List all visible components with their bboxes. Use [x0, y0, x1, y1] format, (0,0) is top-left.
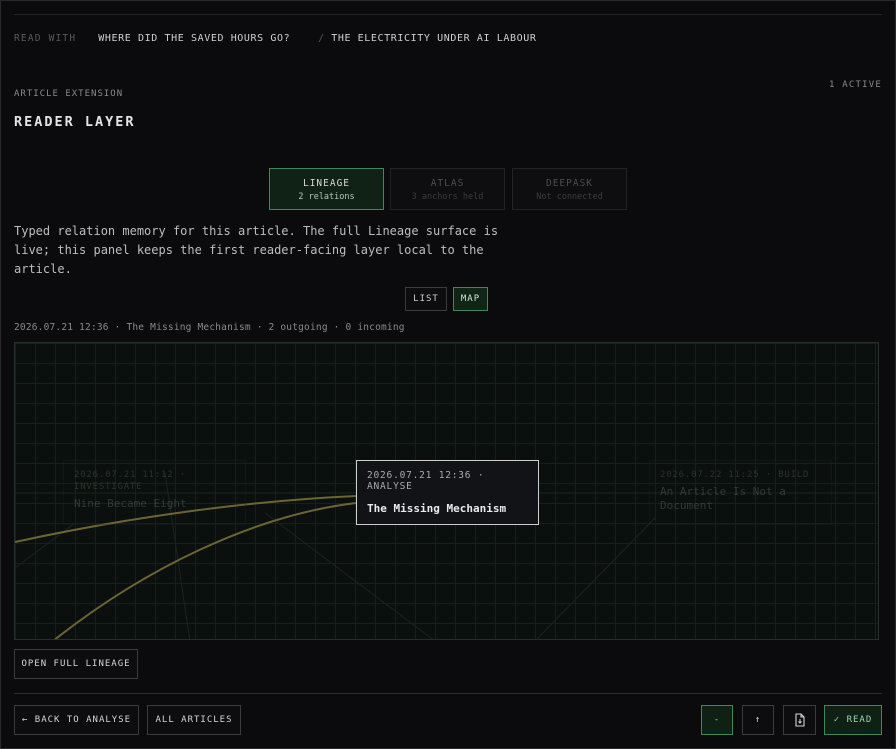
- document-icon: [794, 713, 805, 727]
- node-meta-type: INVESTIGATE: [74, 482, 143, 492]
- read-with-bar: READ WITH WHERE DID THE SAVED HOURS GO? …: [14, 33, 536, 44]
- tab-atlas[interactable]: ATLAS 3 anchors held: [390, 168, 505, 210]
- scroll-up-button[interactable]: ↑: [742, 705, 774, 735]
- list-view-button[interactable]: LIST: [405, 287, 447, 311]
- node-title-line2: Document: [660, 499, 713, 512]
- lineage-node-nine-became-eight[interactable]: 2026.07.21 11:12 · INVESTIGATE Nine Beca…: [63, 460, 246, 525]
- read-with-label: READ WITH: [14, 33, 77, 44]
- active-count: 1 ACTIVE: [829, 80, 882, 90]
- panel-eyebrow: ARTICLE EXTENSION: [14, 89, 124, 99]
- tab-deepask-sub: Not connected: [536, 192, 603, 202]
- tab-atlas-sub: 3 anchors held: [411, 192, 484, 202]
- top-divider: [14, 14, 882, 15]
- node-title: Nine Became Eight: [74, 497, 187, 510]
- tab-lineage-label: LINEAGE: [302, 178, 351, 189]
- document-icon-button[interactable]: [783, 705, 816, 735]
- node-title: The Missing Mechanism: [367, 502, 507, 515]
- tab-deepask[interactable]: DEEPASK Not connected: [512, 168, 627, 210]
- lineage-node-current[interactable]: 2026.07.21 12:36 · ANALYSE The Missing M…: [356, 460, 539, 525]
- tab-atlas-label: ATLAS: [430, 178, 465, 189]
- map-view-button[interactable]: MAP: [453, 287, 488, 311]
- open-full-lineage-button[interactable]: OPEN FULL LINEAGE: [14, 649, 138, 679]
- lineage-meta: 2026.07.21 12:36 · The Missing Mechanism…: [14, 322, 405, 333]
- mark-read-button[interactable]: ✓ READ: [824, 705, 882, 735]
- lineage-map[interactable]: 2026.07.21 11:12 · INVESTIGATE Nine Beca…: [14, 342, 879, 640]
- tab-lineage-sub: 2 relations: [298, 192, 355, 202]
- read-with-link-saved-hours[interactable]: WHERE DID THE SAVED HOURS GO?: [98, 33, 290, 44]
- node-title-line1: An Article Is Not a: [660, 485, 786, 498]
- read-with-separator: /: [318, 33, 326, 44]
- panel-title: READER LAYER: [14, 114, 136, 130]
- panel-description: Typed relation memory for this article. …: [14, 224, 499, 276]
- node-meta: 2026.07.22 11:25 · BUILD: [660, 470, 810, 480]
- node-meta: 2026.07.21 11:12 ·: [74, 470, 186, 480]
- tab-lineage[interactable]: LINEAGE 2 relations: [269, 168, 384, 210]
- lineage-node-article-not-document[interactable]: 2026.07.22 11:25 · BUILD An Article Is N…: [649, 460, 832, 525]
- all-articles-button[interactable]: ALL ARTICLES: [147, 705, 241, 735]
- read-with-link-electricity[interactable]: THE ELECTRICITY UNDER AI LABOUR: [331, 33, 536, 44]
- back-to-analyse-button[interactable]: ← BACK TO ANALYSE: [14, 705, 139, 735]
- tab-deepask-label: DEEPASK: [545, 178, 594, 189]
- node-meta: 2026.07.21 12:36 · ANALYSE: [367, 470, 485, 492]
- minus-button[interactable]: -: [701, 705, 733, 735]
- footer-divider: [14, 693, 882, 694]
